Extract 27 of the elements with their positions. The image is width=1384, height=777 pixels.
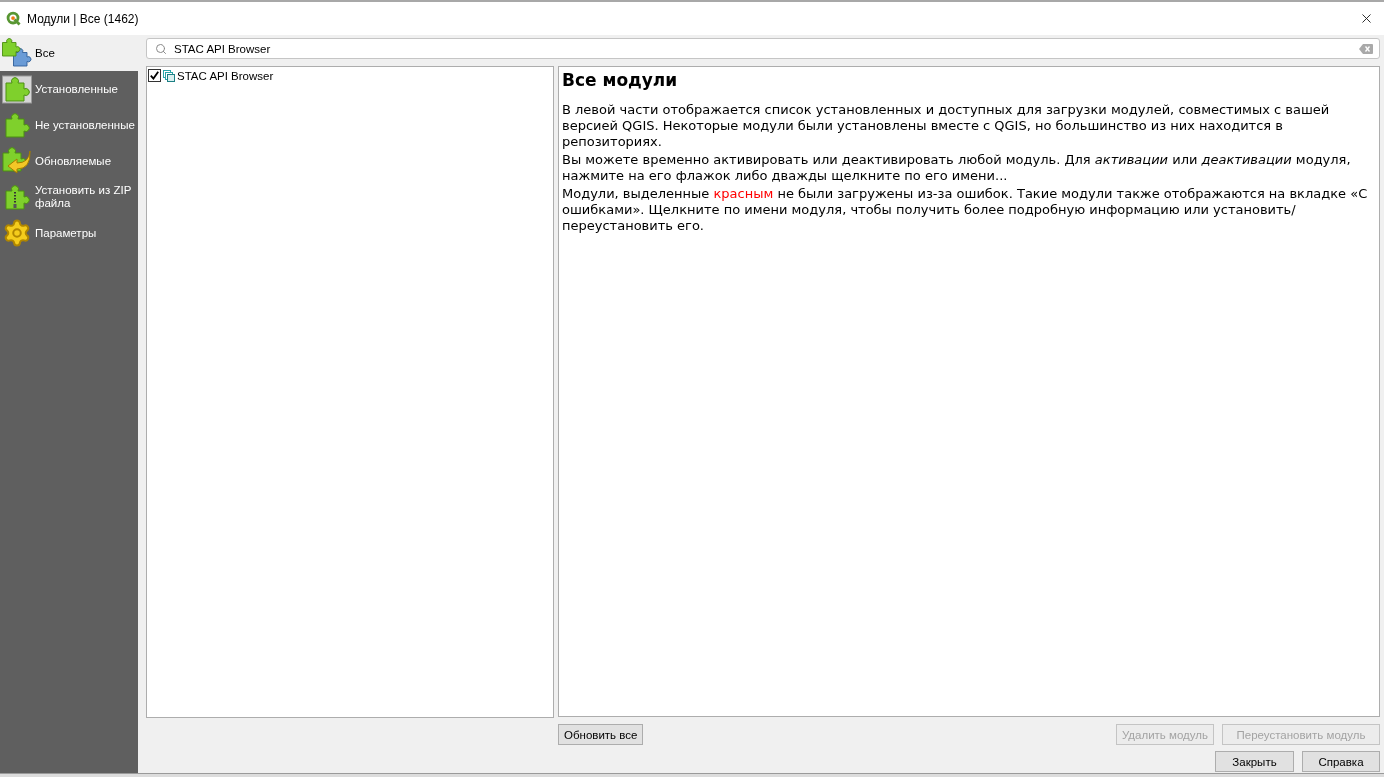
puzzle-piece-icon	[2, 110, 32, 140]
app-logo-icon	[6, 11, 21, 26]
checkbox[interactable]	[148, 69, 161, 82]
search-icon	[155, 42, 167, 55]
puzzle-piece-arrow-icon	[2, 146, 32, 176]
puzzle-piece-icon	[2, 74, 32, 104]
help-button[interactable]: Справка	[1302, 751, 1380, 772]
info-paragraph: В левой части отображается список установленных и доступных для загрузки модулей, совместимых с вашей версией QGIS. Некоторые модули были установлены вместе с QGIS, но большинство из них находится в репозиториях.	[562, 102, 1331, 150]
search-field[interactable]: STAC API Browser	[146, 38, 1380, 59]
info-paragraph: Модули, выделенные красным не были загружены из-за ошибок. Такие модули также отображаются на вкладке «С ошибками». Щелкните по имени модуля, чтобы получить более подробную информацию или установить/переустановить его.	[562, 186, 1369, 234]
info-paragraph: Вы можете временно активировать или деактивировать любой модуль. Для активации или деактивации модуля, нажмите на его флажок либо дважды щелкните по его имени...	[562, 152, 1352, 184]
plugin-name[interactable]: STAC API Browser	[177, 68, 274, 83]
sidebar-item[interactable]: Обновляемые	[0, 143, 138, 179]
check-icon	[150, 71, 159, 80]
upgrade-all-button[interactable]: Обновить все	[558, 724, 644, 745]
sidebar-item[interactable]: Установленные	[0, 71, 138, 107]
info-title: Все модули	[562, 69, 679, 91]
sidebar-item[interactable]: Установить из ZIP файла	[0, 179, 138, 215]
sidebar-item[interactable]: Параметры	[0, 215, 138, 251]
close-icon[interactable]	[1359, 11, 1374, 26]
window-title: Модули | Все (1462)	[27, 10, 139, 28]
sidebar-item[interactable]: Не установленные	[0, 107, 138, 143]
puzzle-pieces-icon	[2, 38, 32, 68]
gear-icon	[2, 218, 32, 248]
plugin-icon	[163, 69, 175, 82]
sidebar-item[interactable]: Все	[0, 35, 138, 71]
close-button[interactable]: Закрыть	[1215, 751, 1294, 772]
